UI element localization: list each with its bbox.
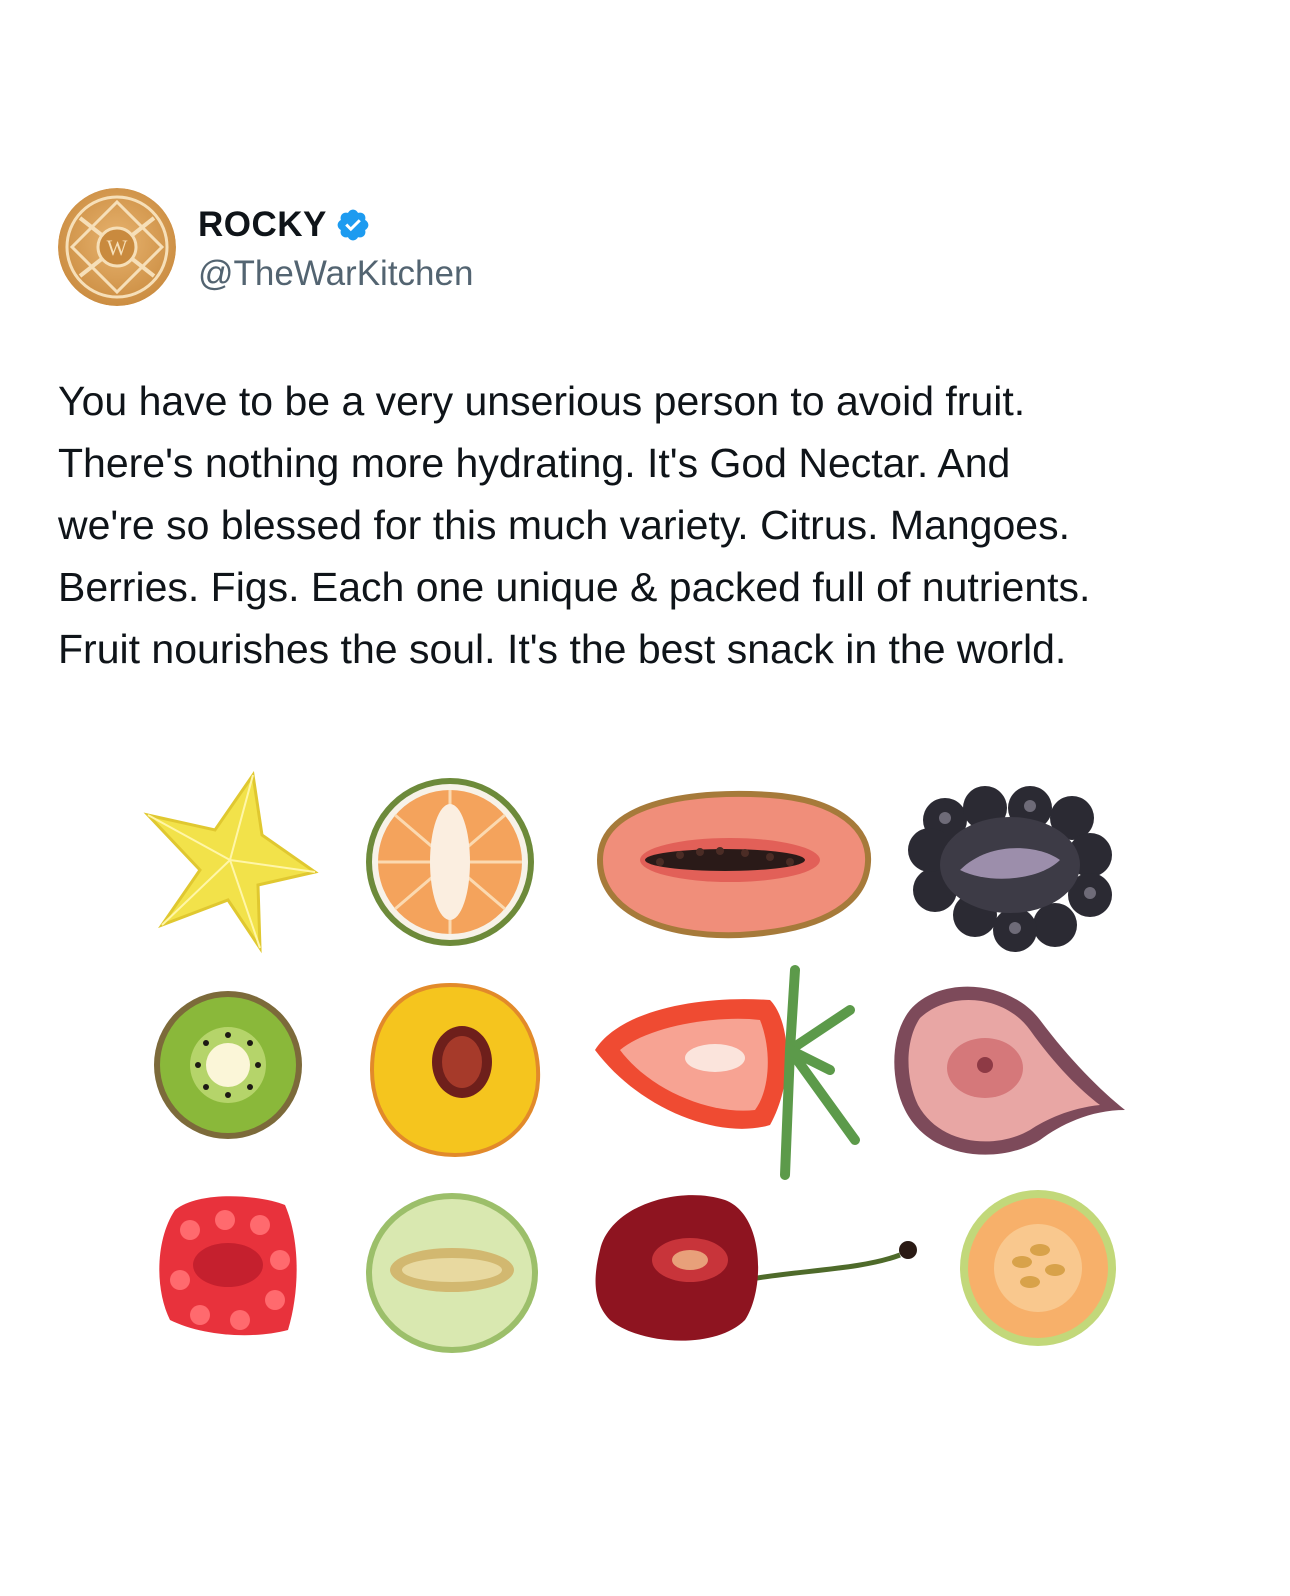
kiwi (154, 991, 302, 1139)
verified-badge-icon (337, 209, 369, 241)
avatar[interactable]: W (58, 188, 176, 306)
blackberry (908, 786, 1112, 952)
mandarin (366, 778, 534, 946)
cherry (595, 1195, 917, 1341)
display-name[interactable]: ROCKY (198, 205, 327, 245)
tweet-line: we're so blessed for this much variety. … (58, 502, 1070, 548)
starfruit (143, 771, 319, 954)
war-kitchen-logo-icon: W (58, 188, 176, 306)
tweet-line: There's nothing more hydrating. It's God… (58, 440, 1011, 486)
strawberry (595, 965, 860, 1180)
tweet-line: You have to be a very unserious person t… (58, 378, 1026, 424)
tweet-media-image[interactable] (0, 750, 1290, 1400)
tweet-line: Berries. Figs. Each one unique & packed … (58, 564, 1091, 610)
avatar-letter: W (107, 235, 128, 260)
fruit-grid-image (143, 771, 1125, 1353)
tweet-text: You have to be a very unserious person t… (58, 370, 1258, 680)
peach (369, 982, 541, 1158)
author-names: ROCKY @TheWarKitchen (198, 200, 473, 294)
handle[interactable]: @TheWarKitchen (198, 254, 473, 294)
cantaloupe (960, 1190, 1116, 1346)
honeydew (366, 1193, 538, 1353)
raspberry (159, 1196, 297, 1336)
fig (894, 986, 1125, 1155)
tweet-line: Fruit nourishes the soul. It's the best … (58, 626, 1067, 672)
papaya (596, 790, 872, 939)
tweet-header: W ROCKY @TheWarKitchen (58, 188, 473, 306)
